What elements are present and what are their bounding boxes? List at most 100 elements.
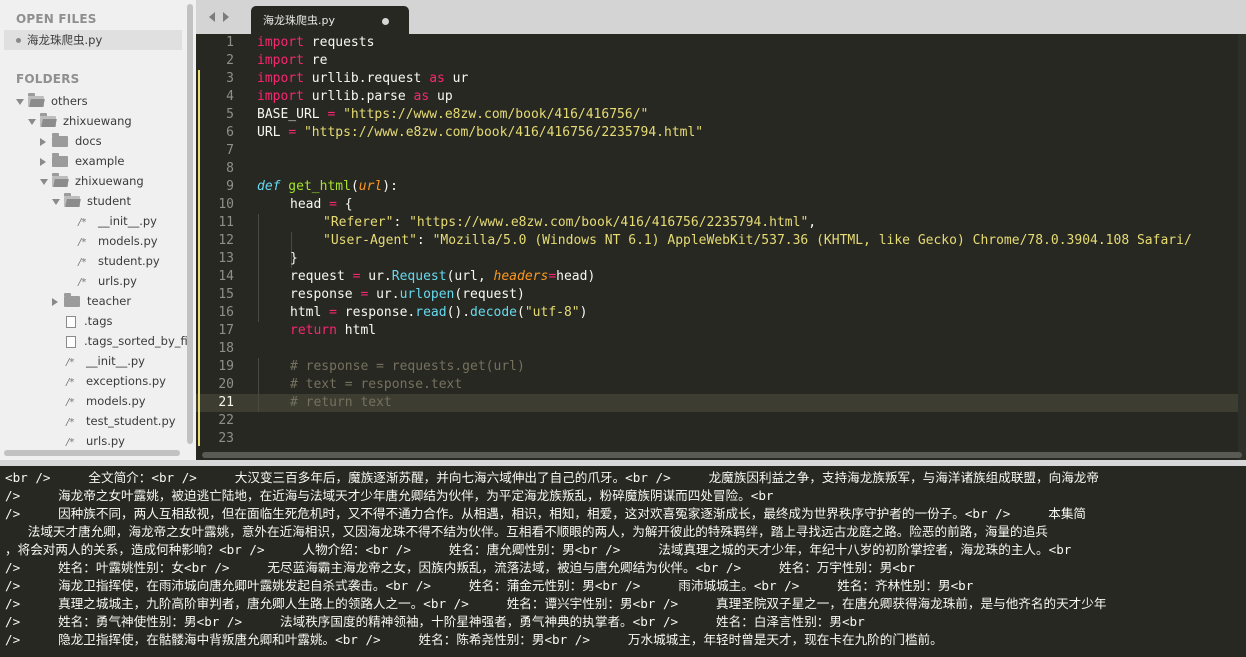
- code-line: # response = requests.get(url): [290, 359, 525, 374]
- output-line: /> 因种族不同，两人互相敌视，但在面临生死危机时，又不得不通力合作。从相遇，相…: [5, 506, 1087, 521]
- editor-vertical-scrollbar[interactable]: [1238, 34, 1246, 460]
- code-line: }: [290, 251, 298, 266]
- tree-folder-zhixuewang[interactable]: zhixuewang: [28, 111, 132, 131]
- tree-label: student: [87, 194, 131, 208]
- tree-label: urls.py: [86, 434, 125, 448]
- line-number: 23: [218, 431, 234, 446]
- file-icon: [66, 335, 76, 348]
- folders-heading: FOLDERS: [16, 72, 80, 86]
- line-number: 13: [218, 251, 234, 266]
- output-line: 法域天才唐允卿，海龙帝之女叶露姚，意外在近海相识，又因海龙珠不得不结为伙伴。互相…: [5, 524, 1048, 539]
- tree-file-tags-sorted[interactable]: .tags_sorted_by_fil: [66, 331, 191, 351]
- tree-label: exceptions.py: [86, 374, 166, 388]
- code-line: def get_html(url):: [257, 179, 398, 194]
- line-number: 7: [226, 143, 234, 158]
- line-number: 17: [218, 323, 234, 338]
- nav-forward-icon[interactable]: [223, 12, 229, 22]
- tab-bar: 海龙珠爬虫.py: [196, 0, 1246, 34]
- output-line: /> 隐龙卫指挥使，在骷髅海中背叛唐允卿和叶露姚。<br /> 姓名：陈希尧性别…: [5, 632, 943, 647]
- sidebar-vertical-scrollbar[interactable]: [187, 4, 193, 444]
- folder-open-icon: [40, 113, 56, 127]
- tree-folder-teacher[interactable]: teacher: [52, 291, 131, 311]
- editor-horizontal-scrollbar[interactable]: [202, 452, 1242, 458]
- tree-file-student-init[interactable]: /* __init__.py: [78, 211, 157, 231]
- line-number: 3: [226, 71, 234, 86]
- code-line: # return text: [290, 395, 392, 410]
- tree-file-init[interactable]: /* __init__.py: [66, 351, 145, 371]
- line-number: 19: [218, 359, 234, 374]
- tab-file[interactable]: 海龙珠爬虫.py: [251, 6, 409, 34]
- code-line: "User-Agent": "Mozilla/5.0 (Windows NT 6…: [323, 233, 1192, 248]
- tree-file-urls[interactable]: /* urls.py: [66, 431, 125, 451]
- tree-folder-example[interactable]: example: [40, 151, 125, 171]
- unsaved-dot-icon[interactable]: [382, 18, 389, 25]
- open-file-item[interactable]: 海龙珠爬虫.py: [4, 30, 182, 50]
- tree-file-tags[interactable]: .tags: [66, 311, 113, 331]
- nav-back-icon[interactable]: [209, 12, 215, 22]
- tree-file-student-urls[interactable]: /* urls.py: [78, 271, 137, 291]
- open-file-label: 海龙珠爬虫.py: [27, 33, 103, 47]
- output-line: /> 姓名：叶露姚性别：女<br /> 无尽蓝海霸主海龙帝之女，因族内叛乱，流落…: [5, 560, 916, 575]
- code-line: import urllib.parse as up: [257, 89, 453, 104]
- tree-folder-docs[interactable]: docs: [40, 131, 102, 151]
- file-icon: [66, 315, 76, 328]
- tree-file-exceptions[interactable]: /* exceptions.py: [66, 371, 166, 391]
- open-files-heading: OPEN FILES: [16, 12, 97, 26]
- sidebar: OPEN FILES 海龙珠爬虫.py FOLDERS others zhixu…: [0, 0, 197, 460]
- line-number: 4: [226, 89, 234, 104]
- tree-label: zhixuewang: [63, 114, 132, 128]
- tab-label: 海龙珠爬虫.py: [263, 14, 335, 27]
- tree-file-test-student[interactable]: /* test_student.py: [66, 411, 176, 431]
- chevron-down-icon[interactable]: [16, 98, 24, 105]
- code-editor[interactable]: 1 2 3 4 5 6 7 8 9 10 11 12 13 14 15 16 17 18 19 20 21 22 23 im…: [196, 34, 1246, 460]
- folder-open-icon: [28, 93, 44, 107]
- tree-folder-student[interactable]: student: [52, 191, 131, 211]
- code-line: return html: [290, 323, 377, 338]
- tree-file-student-student[interactable]: /* student.py: [78, 251, 160, 271]
- build-output-panel[interactable]: <br /> 全文简介：<br /> 大汉变三百多年后，魔族逐渐苏醒，并向七海六…: [0, 466, 1246, 657]
- code-line: request = ur.Request(url, headers=head): [290, 269, 596, 284]
- python-file-icon: /*: [66, 417, 75, 428]
- python-file-icon: /*: [66, 377, 75, 388]
- code-line: response = ur.urlopen(request): [290, 287, 525, 302]
- line-number: 1: [226, 35, 234, 50]
- tree-label: student.py: [98, 254, 160, 268]
- chevron-right-icon[interactable]: [52, 297, 58, 306]
- line-number: 16: [218, 305, 234, 320]
- tree-file-models[interactable]: /* models.py: [66, 391, 146, 411]
- chevron-right-icon[interactable]: [40, 137, 46, 146]
- line-number: 18: [218, 341, 234, 356]
- tree-folder-others[interactable]: others: [16, 91, 88, 111]
- tree-label: docs: [75, 134, 102, 148]
- code-line: # text = response.text: [290, 377, 463, 392]
- line-number: 8: [226, 161, 234, 176]
- chevron-down-icon[interactable]: [40, 178, 48, 185]
- line-number: 9: [226, 179, 234, 194]
- line-number: 22: [218, 413, 234, 428]
- code-line: BASE_URL = "https://www.e8zw.com/book/41…: [257, 107, 649, 122]
- code-line: URL = "https://www.e8zw.com/book/416/416…: [257, 125, 704, 140]
- file-dot-icon: [16, 38, 21, 43]
- sidebar-horizontal-scrollbar[interactable]: [4, 450, 180, 456]
- folder-open-icon: [64, 193, 80, 207]
- python-file-icon: /*: [78, 257, 87, 268]
- folder-icon: [64, 293, 80, 307]
- code-line: head = {: [290, 197, 353, 212]
- tree-label: __init__.py: [86, 354, 145, 368]
- code-line: import urllib.request as ur: [257, 71, 469, 86]
- tree-label: models.py: [98, 234, 158, 248]
- chevron-down-icon[interactable]: [28, 118, 36, 125]
- chevron-right-icon[interactable]: [40, 157, 46, 166]
- output-line: /> 姓名：勇气神使性别：男<br /> 法域秩序国度的精神领袖，十阶星神强者，…: [5, 614, 865, 629]
- tree-label: others: [51, 94, 88, 108]
- folder-icon: [52, 153, 68, 167]
- tree-label: zhixuewang: [75, 174, 144, 188]
- tree-folder-zhixuewang-inner[interactable]: zhixuewang: [40, 171, 144, 191]
- output-line: /> 海龙帝之女叶露姚，被迫逃亡陆地，在近海与法域天才少年唐允卿结为伙伴，为平定…: [5, 488, 774, 503]
- output-line: <br /> 全文简介：<br /> 大汉变三百多年后，魔族逐渐苏醒，并向七海六…: [5, 470, 1099, 485]
- tree-file-student-models[interactable]: /* models.py: [78, 231, 158, 251]
- tree-label: urls.py: [98, 274, 137, 288]
- chevron-down-icon[interactable]: [52, 198, 60, 205]
- line-number: 14: [218, 269, 234, 284]
- line-number: 11: [218, 215, 234, 230]
